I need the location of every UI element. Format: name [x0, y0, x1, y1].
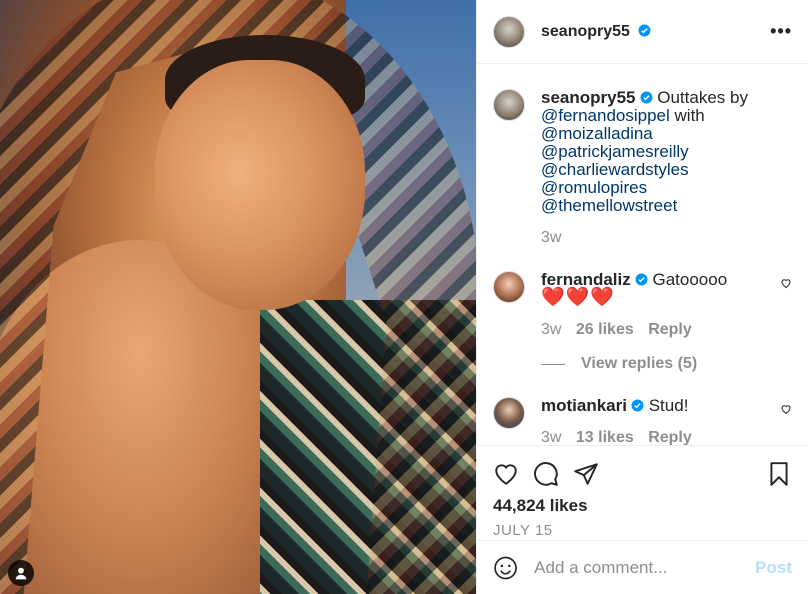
caption-text-with: with	[674, 106, 705, 125]
commenter-avatar[interactable]	[493, 271, 525, 303]
commenter-avatar[interactable]	[493, 397, 525, 429]
reply-button[interactable]: Reply	[648, 321, 692, 338]
post-photo[interactable]	[0, 0, 476, 594]
owner-username-text[interactable]: seanopry55	[541, 23, 630, 40]
owner-username[interactable]: seanopry55	[541, 23, 651, 41]
post-date[interactable]: JULY 15	[493, 522, 792, 539]
mention-link[interactable]: @themellowstreet	[541, 196, 677, 215]
caption-time[interactable]: 3w	[541, 229, 561, 246]
verified-badge-icon	[638, 24, 651, 36]
comment-meta: 3w 26 likes Reply	[541, 321, 785, 339]
emoji-icon[interactable]	[493, 555, 518, 581]
comment-username[interactable]: motiankari	[541, 396, 627, 415]
post-panel: seanopry55 ••• seanopry55 Outtakes by @f…	[476, 0, 808, 594]
comment-meta: 3w 13 likes Reply	[541, 429, 785, 445]
replies-divider	[541, 363, 565, 365]
mention-link[interactable]: @charliewardstyles	[541, 160, 689, 179]
post-actions: 44,824 likes JULY 15	[477, 445, 808, 539]
comment-emoji: ❤️❤️❤️	[541, 287, 615, 308]
caption: seanopry55 Outtakes by @fernandosippel w…	[493, 89, 792, 247]
comment-time[interactable]: 3w	[541, 429, 561, 445]
caption-username[interactable]: seanopry55	[541, 88, 636, 107]
comment-body: motiankari Stud! 3w 13 likes Reply	[541, 396, 785, 446]
more-options-icon[interactable]: •••	[770, 21, 792, 42]
view-replies-label[interactable]: View replies (5)	[581, 355, 697, 373]
photo-face	[155, 60, 365, 310]
post-header: seanopry55 •••	[477, 0, 808, 64]
comment-time[interactable]: 3w	[541, 321, 561, 338]
comment: fernandaliz Gatooooo ❤️❤️❤️ 3w 26 likes …	[493, 271, 792, 339]
comment-icon[interactable]	[533, 461, 559, 487]
caption-body: seanopry55 Outtakes by @fernandosippel w…	[541, 89, 785, 247]
reply-button[interactable]: Reply	[648, 429, 692, 445]
mention-link[interactable]: @patrickjamesreilly	[541, 142, 689, 161]
comment: motiankari Stud! 3w 13 likes Reply	[493, 397, 792, 445]
comment-likes[interactable]: 13 likes	[576, 429, 634, 445]
mention-link[interactable]: @fernandosippel	[541, 106, 670, 125]
bookmark-icon[interactable]	[766, 461, 792, 487]
comments-list: seanopry55 Outtakes by @fernandosippel w…	[477, 65, 808, 445]
verified-badge-icon	[635, 273, 648, 286]
person-icon	[15, 567, 27, 580]
add-comment-bar: Post	[477, 540, 808, 594]
caption-meta: 3w	[541, 229, 785, 247]
post-button[interactable]: Post	[755, 558, 792, 578]
mention-link[interactable]: @moizalladina	[541, 124, 653, 143]
view-replies-button[interactable]: View replies (5)	[541, 355, 792, 373]
action-icons	[493, 458, 792, 490]
comment-likes[interactable]: 26 likes	[576, 321, 634, 338]
share-icon[interactable]	[573, 461, 599, 487]
caption-text: Outtakes by	[657, 88, 748, 107]
verified-badge-icon	[631, 399, 644, 412]
comment-text: Stud!	[648, 396, 689, 415]
verified-badge-icon	[640, 91, 652, 104]
mention-link[interactable]: @romulopires	[541, 178, 647, 197]
caption-avatar[interactable]	[493, 89, 525, 121]
comment-text: Gatooooo	[652, 270, 728, 289]
like-comment-icon[interactable]	[780, 403, 792, 415]
tagged-user-icon[interactable]	[8, 560, 34, 586]
comment-input[interactable]	[534, 557, 756, 578]
like-comment-icon[interactable]	[780, 277, 792, 289]
likes-count[interactable]: 44,824 likes	[493, 496, 792, 516]
like-icon[interactable]	[493, 461, 519, 487]
comment-body: fernandaliz Gatooooo ❤️❤️❤️ 3w 26 likes …	[541, 271, 785, 339]
owner-avatar[interactable]	[493, 15, 525, 48]
